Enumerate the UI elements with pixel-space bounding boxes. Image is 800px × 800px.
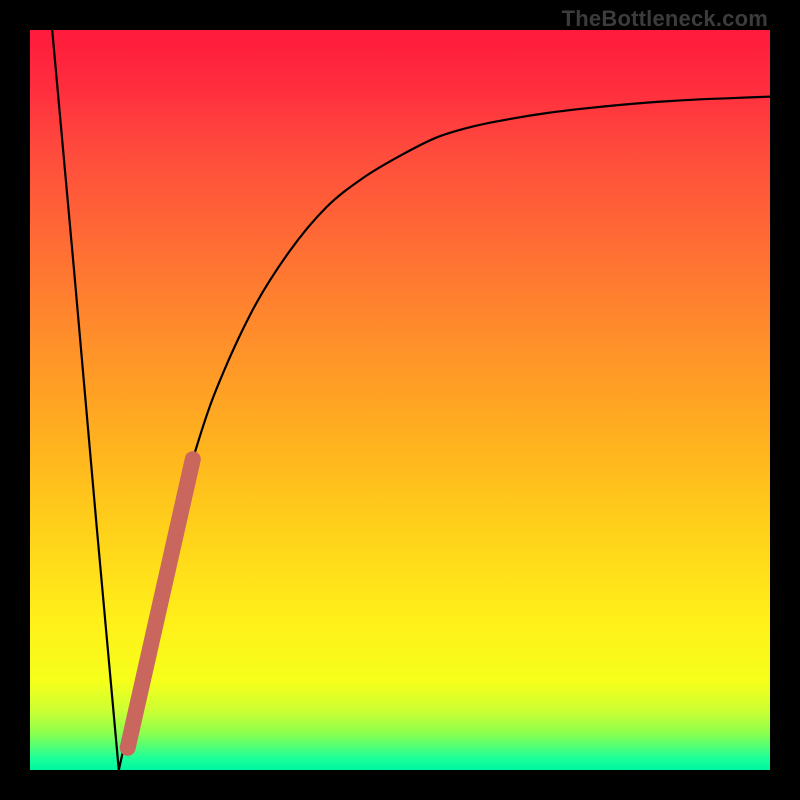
chart-frame: TheBottleneck.com: [0, 0, 800, 800]
curve-layer: [30, 30, 770, 770]
watermark-text: TheBottleneck.com: [562, 6, 768, 32]
bottleneck-curve: [52, 30, 770, 770]
highlight-segment: [128, 459, 193, 748]
plot-area: [30, 30, 770, 770]
